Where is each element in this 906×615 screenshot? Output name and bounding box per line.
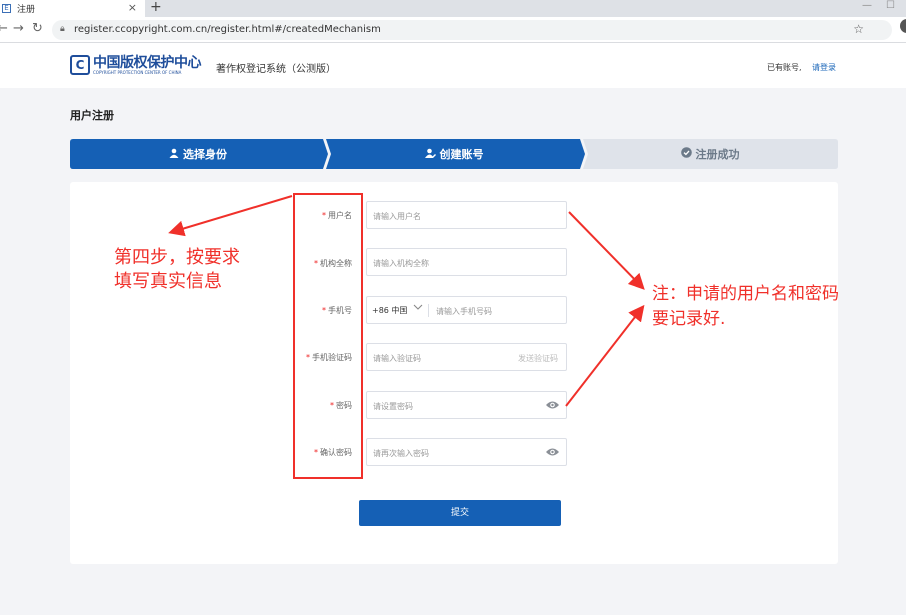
annotation-right-note: 注：申请的用户名和密码 要记录好. — [652, 284, 839, 329]
annotation-left-note: 第四步，按要求 填写真实信息 — [114, 247, 240, 292]
arrow-from-username — [568, 211, 645, 290]
arrow-to-left-note — [168, 195, 293, 237]
arrow-from-password — [565, 304, 645, 407]
